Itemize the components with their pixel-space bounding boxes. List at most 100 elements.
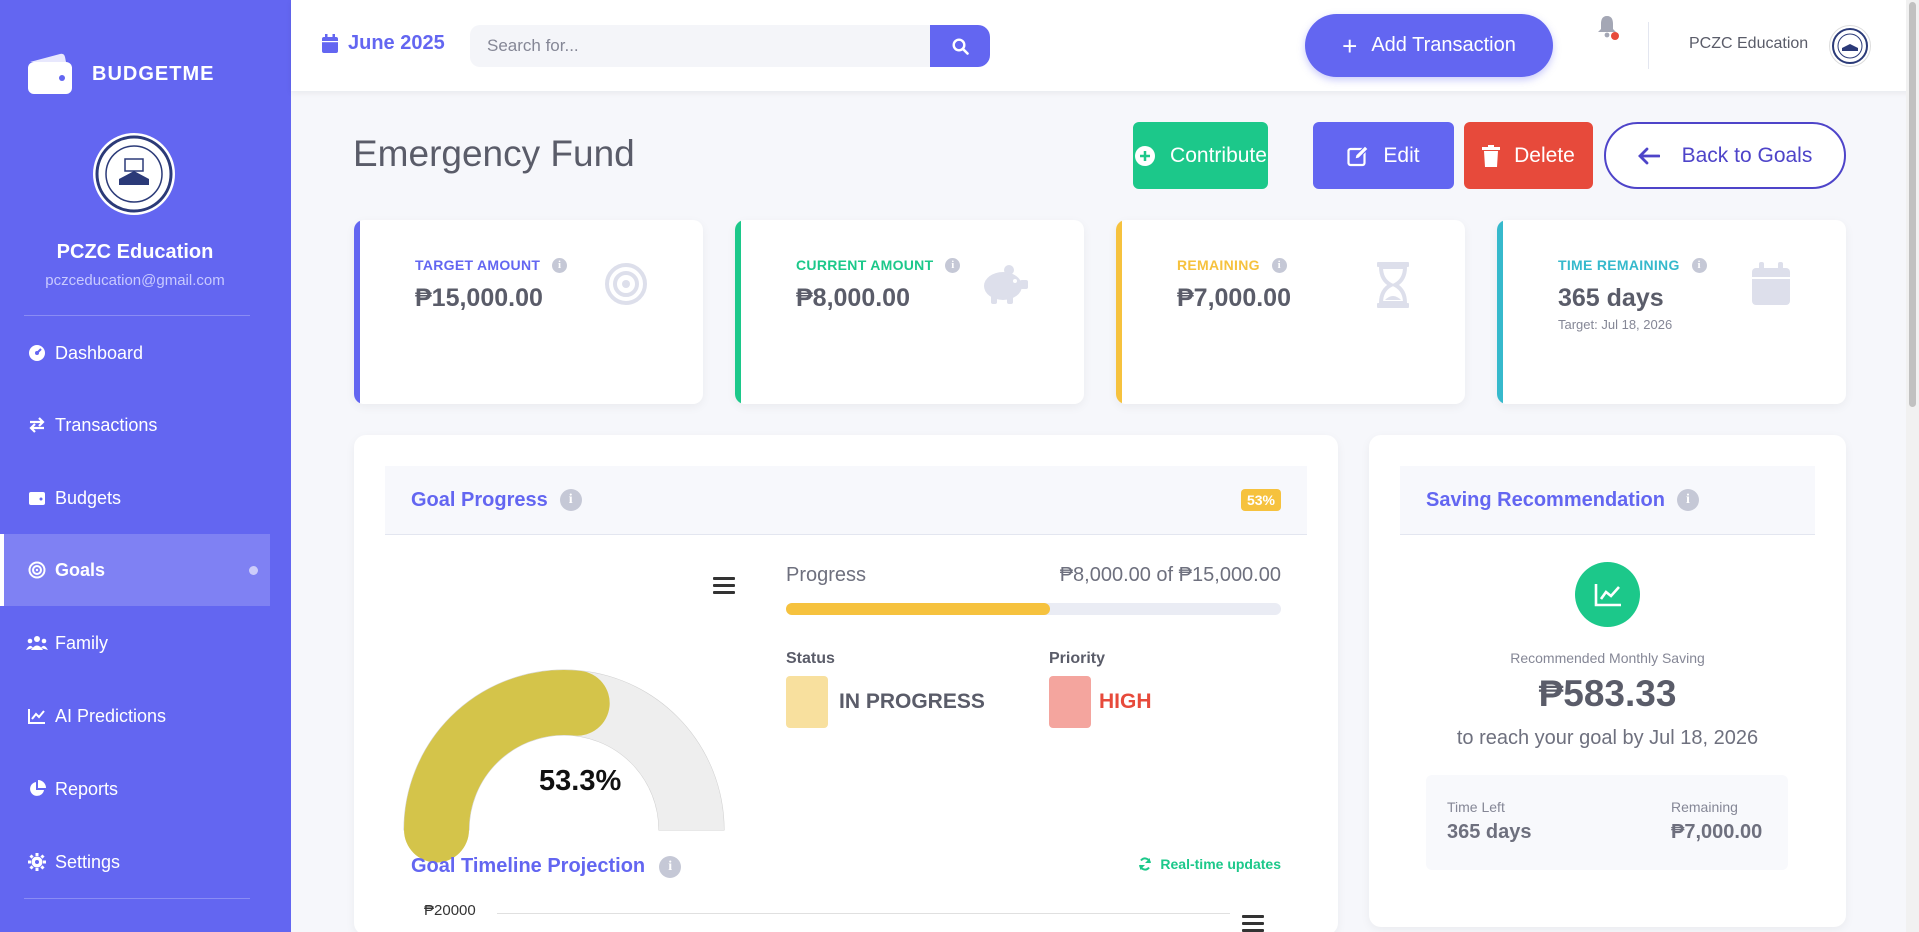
hourglass-icon [1376,262,1410,313]
stat-label-text: CURRENT AMOUNT [796,257,934,273]
realtime-indicator: Real-time updates [1138,856,1281,872]
priority-label: Priority [1049,650,1106,667]
sidebar-divider [24,315,250,316]
gauge-icon [26,344,48,362]
recommendation-title: Saving Recommendation [1426,488,1665,511]
chart-menu-icon[interactable] [1242,915,1264,932]
recommendation-description: to reach your goal by Jul 18, 2026 [1456,727,1759,749]
topbar: June 2025 + Add Transaction PCZC Educati… [291,0,1919,91]
sidebar-item-dashboard[interactable]: Dashboard [0,317,270,389]
notifications-button[interactable] [1597,14,1621,44]
search-input[interactable] [470,25,930,67]
seal-logo-icon [1832,28,1868,64]
notification-badge [1611,32,1619,40]
wallet-icon [26,490,48,506]
brand-name: BUDGETME [92,62,215,85]
calendar-icon [322,33,338,53]
info-icon[interactable]: i [1676,489,1699,511]
stat-value: 365 days [1558,284,1664,312]
users-icon [26,635,48,651]
brand[interactable]: BUDGETME [26,52,214,96]
contribute-button[interactable]: Contribute [1133,122,1268,189]
user-name[interactable]: PCZC Education [1689,35,1808,53]
progress-label: Progress [786,564,867,586]
active-indicator-dot [249,565,258,575]
sidebar-item-label: Goals [55,559,106,580]
stat-card-time-remaining: TIME REMAINING i 365 days Target: Jul 18… [1497,220,1846,404]
stat-card-remaining: REMAINING i ₱7,000.00 [1116,220,1465,404]
progress-percent-badge: 53% [1240,489,1281,511]
goal-progress-title: Goal Progress [411,488,548,511]
topbar-divider [1648,22,1649,69]
scrollbar-thumb[interactable] [1909,2,1916,407]
timeline-title-text: Goal Timeline Projection [411,855,646,877]
stat-subtext: Target: Jul 18, 2026 [1558,317,1673,332]
info-icon[interactable]: i [559,489,582,511]
bullseye-icon [604,262,648,311]
search-button[interactable] [930,25,990,67]
page-scrollbar[interactable] [1906,0,1919,932]
timeline-title: Goal Timeline Projection i [411,855,682,878]
info-icon[interactable]: i [552,257,568,273]
sidebar-item-ai-predictions[interactable]: AI Predictions [0,680,270,752]
info-icon[interactable]: i [659,855,682,878]
sidebar-item-settings[interactable]: Settings [0,826,270,898]
sidebar-item-transactions[interactable]: Transactions [0,389,270,461]
stat-card-current-amount: CURRENT AMOUNT i ₱8,000.00 [735,220,1084,404]
recommendation-caption: Recommended Monthly Saving [1510,650,1705,666]
stat-value: ₱8,000.00 [796,284,910,312]
sidebar-item-label: AI Predictions [55,705,167,726]
sidebar-item-family[interactable]: Family [0,607,270,679]
time-left-value: 365 days [1447,821,1532,843]
remaining-value: ₱7,000.00 [1671,821,1763,843]
stat-accent-bar [735,220,741,404]
edit-label: Edit [1383,143,1420,167]
stat-label: TARGET AMOUNT i [415,257,568,273]
sidebar-item-label: Dashboard [55,342,144,363]
sidebar-item-label: Reports [55,778,119,799]
delete-button[interactable]: Delete [1464,122,1593,189]
bullseye-icon [26,561,48,579]
page-title: Emergency Fund [353,133,635,174]
back-to-goals-button[interactable]: Back to Goals [1604,122,1846,189]
user-avatar[interactable] [1829,25,1871,67]
time-left-label: Time Left [1447,799,1505,815]
profile-avatar [93,133,175,215]
sidebar-item-label: Transactions [55,414,158,435]
trash-icon [1482,144,1501,167]
sidebar-item-budgets[interactable]: Budgets [0,462,270,534]
timeline-gridline [497,913,1230,914]
seal-logo-icon [95,135,173,213]
recommendation-header: Saving Recommendation i [1400,466,1815,535]
remaining-label: Remaining [1671,799,1738,815]
sidebar-item-label: Family [55,632,108,653]
chart-menu-icon[interactable] [713,577,735,597]
info-icon[interactable]: i [945,257,961,273]
delete-label: Delete [1514,143,1575,167]
priority-value: HIGH [1099,690,1152,713]
sidebar-item-reports[interactable]: Reports [0,753,270,825]
sidebar-item-goals[interactable]: Goals [0,534,270,606]
edit-button[interactable]: Edit [1313,122,1454,189]
back-label: Back to Goals [1681,143,1813,167]
edit-icon [1347,144,1370,167]
stat-value: ₱15,000.00 [415,284,543,312]
profile-name: PCZC Education [56,241,214,263]
wallet-icon [28,53,72,94]
timeline-axis-label: ₱20000 [424,902,476,919]
plus-circle-icon [1134,145,1156,167]
recommendation-summary: Time Left 365 days Remaining ₱7,000.00 [1426,775,1788,870]
month-selector[interactable]: June 2025 [321,32,445,55]
stat-label: REMAINING i [1177,257,1287,273]
info-icon[interactable]: i [1691,257,1707,273]
sidebar-item-label: Budgets [55,487,122,508]
saving-recommendation-card: Saving Recommendation i Recommended Mont… [1369,435,1846,927]
piggy-bank-icon [979,262,1029,311]
sync-icon [1139,857,1152,871]
info-icon[interactable]: i [1271,257,1287,273]
add-transaction-button[interactable]: + Add Transaction [1305,14,1553,77]
sidebar-divider [24,898,250,899]
calendar-icon [1751,262,1791,311]
stat-accent-bar [354,220,360,404]
stat-accent-bar [1116,220,1122,404]
